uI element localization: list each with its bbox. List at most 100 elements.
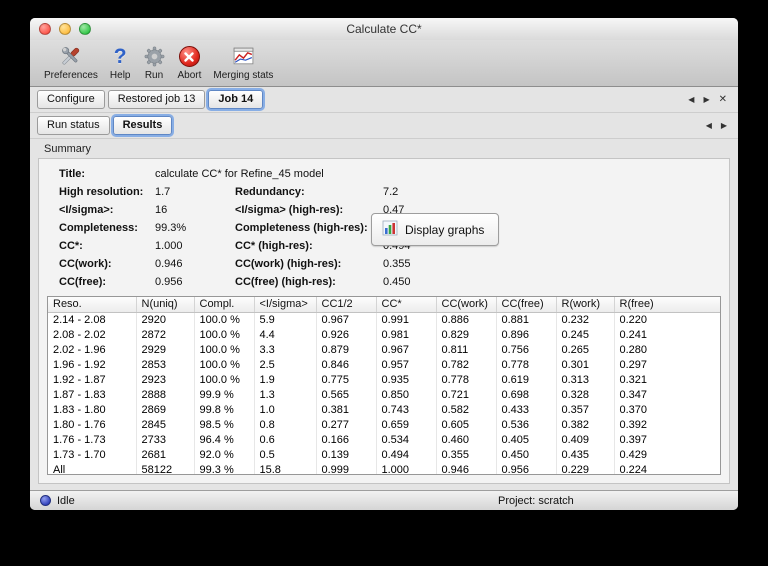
table-cell: 96.4 %: [194, 433, 255, 448]
table-cell: 0.967: [376, 343, 437, 358]
table-cell: 0.357: [556, 403, 615, 418]
table-row[interactable]: 2.08 - 2.02 2872 100.0 % 4.4 0.926 0.981 0.829…: [48, 328, 720, 343]
table-row[interactable]: 1.87 - 1.83 2888 99.9 % 1.3 0.565 0.850 0.721 0…: [48, 388, 720, 403]
run-button[interactable]: Run: [137, 42, 172, 84]
table-cell: 0.265: [556, 343, 615, 358]
table-cell: 100.0 %: [194, 312, 255, 328]
table-cell: 0.280: [619, 344, 648, 356]
minimize-window-button[interactable]: [59, 23, 71, 35]
table-cell: 99.3 %: [194, 463, 255, 474]
zoom-window-button[interactable]: [79, 23, 91, 35]
table-cell: 3.3: [254, 343, 317, 358]
column-header[interactable]: CC1/2: [316, 297, 377, 313]
table-cell: 2733: [136, 433, 195, 448]
table-cell: 0.301: [556, 358, 615, 373]
summary-stat-value: 16: [155, 204, 168, 216]
table-cell: 1.0: [254, 403, 317, 418]
table-row[interactable]: 1.73 - 1.70 2681 92.0 % 0.5 0.139 0.494 0.355 0…: [48, 448, 720, 463]
table-cell: 99.9 %: [194, 388, 255, 403]
table-cell: 0.381: [316, 403, 377, 418]
toolbar-item-label: Help: [109, 70, 131, 81]
summary-section-label: Summary: [44, 143, 92, 155]
tab-results[interactable]: Results: [112, 116, 173, 135]
tab-run-status[interactable]: Run status: [37, 116, 110, 135]
table-cell: 0.392: [619, 419, 648, 431]
merging-stats-button[interactable]: Merging stats: [207, 42, 279, 84]
table-cell: 0.328: [556, 388, 615, 403]
table-cell: 5.9: [254, 312, 317, 328]
summary-stat-value: 0.355: [383, 258, 411, 270]
table-cell: 2888: [136, 388, 195, 403]
summary-stat-label: High resolution:: [59, 186, 144, 198]
column-header[interactable]: CC*: [376, 297, 437, 313]
table-row[interactable]: 1.76 - 1.73 2733 96.4 % 0.6 0.166 0.534 0.460 0…: [48, 433, 720, 448]
table-cell: 0.494: [376, 448, 437, 463]
tab-restored-job-13[interactable]: Restored job 13: [107, 90, 206, 109]
toolbar-item-label: Preferences: [44, 70, 98, 81]
table-cell: 2853: [136, 358, 195, 373]
close-window-button[interactable]: [39, 23, 51, 35]
table-cell: All: [48, 463, 137, 474]
table-cell: 0.879: [316, 343, 377, 358]
table-cell: 0.139: [316, 448, 377, 463]
table-cell: 0.850: [376, 388, 437, 403]
column-header[interactable]: Compl.: [194, 297, 255, 313]
summary-stat-value: 0.450: [383, 276, 411, 288]
help-button[interactable]: ? Help: [104, 42, 137, 84]
summary-stat-value: 0.956: [155, 276, 183, 288]
column-header[interactable]: <I/sigma>: [254, 297, 317, 313]
table-row[interactable]: 2.02 - 1.96 2929 100.0 % 3.3 0.879 0.967 0.811…: [48, 343, 720, 358]
table-cell: 1.83 - 1.80: [48, 403, 137, 418]
results-panel: Title: calculate CC* for Refine_45 model H…: [38, 158, 730, 484]
tab-close-icon[interactable]: ✕: [719, 94, 727, 105]
table-cell: 1.9: [254, 373, 317, 388]
tab-scroll-left-icon[interactable]: ◀: [688, 95, 694, 104]
table-cell: 0.926: [316, 328, 377, 343]
table-cell: 0.782: [436, 358, 497, 373]
table-cell: 0.778: [436, 373, 497, 388]
abort-button[interactable]: Abort: [172, 42, 208, 84]
table-cell: 98.5 %: [194, 418, 255, 433]
summary-stat-label: Redundancy:: [235, 186, 305, 198]
summary-stat-label: Completeness (high-res):: [235, 222, 368, 234]
job-tab-nav: ◀ ▶ ✕: [688, 94, 732, 105]
table-row[interactable]: 1.83 - 1.80 2869 99.8 % 1.0 0.381 0.743 0.582 0…: [48, 403, 720, 418]
table-row[interactable]: 1.92 - 1.87 2923 100.0 % 1.9 0.775 0.935 0.778…: [48, 373, 720, 388]
table-row[interactable]: All 58122 99.3 % 15.8 0.999 1.000 0.946 0.956 0.…: [48, 463, 720, 474]
column-header[interactable]: R(free): [614, 297, 720, 313]
table-cell: 1.96 - 1.92: [48, 358, 137, 373]
project-label: Project: scratch: [498, 494, 574, 507]
title-bar[interactable]: Calculate CC*: [30, 18, 738, 40]
table-cell: 0.397: [619, 434, 648, 446]
preferences-button[interactable]: Preferences: [38, 42, 104, 84]
table-row[interactable]: 2.14 - 2.08 2920 100.0 % 5.9 0.967 0.991 0.886…: [48, 312, 720, 328]
table-row[interactable]: 1.80 - 1.76 2845 98.5 % 0.8 0.277 0.659 0.605 0…: [48, 418, 720, 433]
tab-job-14[interactable]: Job 14: [208, 90, 264, 109]
stats-table-wrap[interactable]: Reso. N(uniq) Compl. <I/sigma> CC1/2 CC* CC(wo…: [47, 296, 721, 475]
window-title: Calculate CC*: [346, 22, 422, 36]
column-header[interactable]: R(work): [556, 297, 615, 313]
display-graphs-button[interactable]: Display graphs: [371, 213, 500, 246]
table-cell: 0.355: [436, 448, 497, 463]
subtab-scroll-left-icon[interactable]: ◀: [706, 121, 712, 130]
tab-configure[interactable]: Configure: [37, 90, 105, 109]
column-header[interactable]: CC(free): [496, 297, 557, 313]
table-cell: 0.433: [496, 403, 557, 418]
table-cell: 0.313: [556, 373, 615, 388]
table-cell: 0.534: [376, 433, 437, 448]
subtab-scroll-right-icon[interactable]: ▶: [721, 121, 727, 130]
table-cell: 0.277: [316, 418, 377, 433]
table-cell: 0.698: [496, 388, 557, 403]
tab-scroll-right-icon[interactable]: ▶: [703, 95, 709, 104]
column-header[interactable]: N(uniq): [136, 297, 195, 313]
table-cell: 15.8: [254, 463, 317, 474]
table-cell: 2920: [136, 312, 195, 328]
table-cell: 0.220: [619, 314, 648, 326]
table-cell: 0.778: [496, 358, 557, 373]
table-cell: 0.756: [496, 343, 557, 358]
toolbar: Preferences ? Help Run Abort Merging sta…: [30, 40, 738, 87]
table-cell: 0.886: [436, 312, 497, 328]
column-header[interactable]: CC(work): [436, 297, 497, 313]
column-header[interactable]: Reso.: [48, 297, 137, 313]
table-row[interactable]: 1.96 - 1.92 2853 100.0 % 2.5 0.846 0.957 0.782…: [48, 358, 720, 373]
